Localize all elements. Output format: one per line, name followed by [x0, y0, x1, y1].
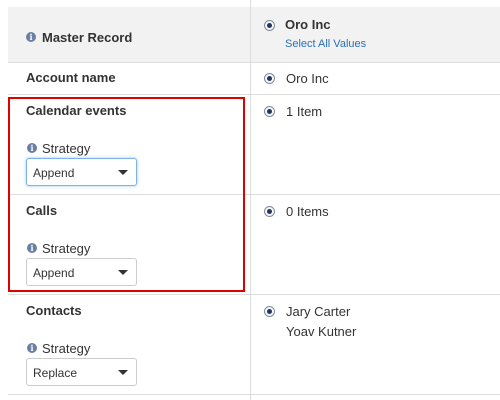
select-all-values-link[interactable]: Select All Values — [285, 38, 366, 50]
contacts-strategy-select[interactable]: Replace — [26, 358, 137, 386]
column-divider — [250, 0, 251, 400]
record-radio[interactable] — [264, 20, 275, 31]
account-name-radio[interactable] — [264, 73, 275, 84]
select-value: Replace — [33, 366, 78, 380]
calendar-events-value: 1 Item — [286, 104, 323, 119]
row-divider — [8, 94, 500, 95]
calendar-events-radio[interactable] — [264, 106, 275, 117]
highlight-box — [8, 97, 245, 292]
strategy-label: Strategy — [42, 341, 91, 356]
row-divider — [8, 62, 500, 63]
calls-value: 0 Items — [286, 204, 329, 219]
record-name: Oro Inc — [285, 17, 331, 32]
account-name-value: Oro Inc — [286, 71, 329, 86]
master-record-label: Master Record — [42, 30, 133, 45]
info-icon: i — [27, 343, 37, 353]
contact-value: Yoav Kutner — [286, 324, 357, 339]
chevron-down-icon — [118, 370, 128, 375]
row-divider — [8, 294, 500, 295]
calls-radio[interactable] — [264, 206, 275, 217]
contact-value: Jary Carter — [286, 304, 351, 319]
info-icon: i — [26, 32, 36, 42]
field-label-account-name: Account name — [26, 70, 116, 85]
field-label-contacts: Contacts — [26, 303, 82, 318]
contacts-radio[interactable] — [264, 306, 275, 317]
record-header-cell — [251, 7, 500, 62]
row-divider — [8, 394, 500, 395]
